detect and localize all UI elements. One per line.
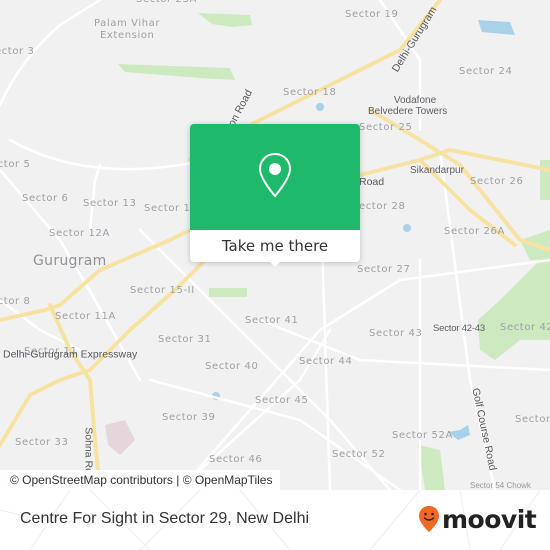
water-body [316,103,324,111]
map-label-belvedere-towers: Belvedere Towers [368,106,448,117]
map-attribution[interactable]: © OpenStreetMap contributors | © OpenMap… [0,470,281,490]
moovit-wordmark: moovit [442,504,537,534]
popup-tail [267,259,283,267]
map-label-mg-road: Road [359,176,385,188]
take-me-there-button[interactable]: Take me there [190,230,360,262]
park-area [418,445,445,490]
water-body [478,20,515,35]
take-me-there-popup[interactable]: Take me there [190,124,360,267]
location-pin-icon [258,152,292,198]
water-body [403,224,411,232]
map-label-sector-42-43: Sector 42-43 [433,323,485,334]
map-label-sector-18: Sector 18 [283,87,337,98]
road-label-expressway-text: Delhi-Gurugram Expressway [3,348,138,361]
map-label-palam-vihar: Palam Vihar [94,18,161,29]
map-label-sector-45: Sector 45 [255,395,309,406]
map-label-sikandarpur: Sikandarpur [410,165,464,176]
map-label-sector-42: Sector 42 [500,322,550,333]
map-label-sector-53: Sector [515,414,550,425]
map-label-sector-28: Sector 28 [352,201,406,212]
map-label-sector-54-chowk: Sector 54 Chowk [470,481,531,490]
map-label-sector-40: Sector 40 [205,361,259,372]
park-area [198,13,252,27]
map[interactable]: Sector 23A Sector 19 Palam Vihar Extensi… [0,0,550,490]
map-label-sector-33: Sector 33 [15,437,69,448]
map-label-sector-26: Sector 26 [470,176,524,187]
map-label-sector-12a: Sector 12A [49,228,110,239]
map-label-gurugram: Gurugram [33,253,107,269]
map-label-sector-3: Sector 3 [0,46,35,57]
map-label-sector-44: Sector 44 [299,356,353,367]
map-label-sector-41: Sector 41 [245,315,299,326]
map-label-sector-52: Sector 52 [332,449,386,460]
map-label-sector-13: Sector 13 [83,198,137,209]
map-label-sector-8: Sector 8 [0,296,31,307]
moovit-logo[interactable]: moovit [418,502,537,536]
map-label-sector-52a: Sector 52A [392,430,453,441]
map-label-vodafone: Vodafone [393,95,437,106]
map-label-sector-31: Sector 31 [158,334,212,345]
park-area [118,64,235,80]
map-label-sector-39: Sector 39 [162,412,216,423]
map-label-sector-11a: Sector 11A [55,311,116,322]
popup-header [190,124,360,230]
map-label-palam-vihar-extension: Extension [100,30,155,41]
map-label-sector-46: Sector 46 [209,454,263,465]
map-label-sector-24: Sector 24 [459,66,513,77]
map-label-sector-5: Sector 5 [0,159,31,170]
park-area [540,160,550,200]
map-label-sector-26a: Sector 26A [444,226,505,237]
map-label-sector-15-ii: Sector 15-II [130,285,195,296]
map-label-sector-23a: Sector 23A [136,0,197,5]
campus-area [105,420,135,455]
moovit-pin-icon [419,506,439,532]
map-label-sector-19: Sector 19 [345,9,399,20]
park-area [209,288,247,297]
footer: Centre For Sight in Sector 29, New Delhi… [0,490,550,550]
park-area [478,250,550,360]
map-label-sector-6: Sector 6 [22,193,69,204]
map-label-sector-27: Sector 27 [357,264,411,275]
map-label-sector-43: Sector 43 [369,328,423,339]
place-title: Centre For Sight in Sector 29, New Delhi [20,510,310,527]
map-label-sector-25: Sector 25 [359,122,413,133]
